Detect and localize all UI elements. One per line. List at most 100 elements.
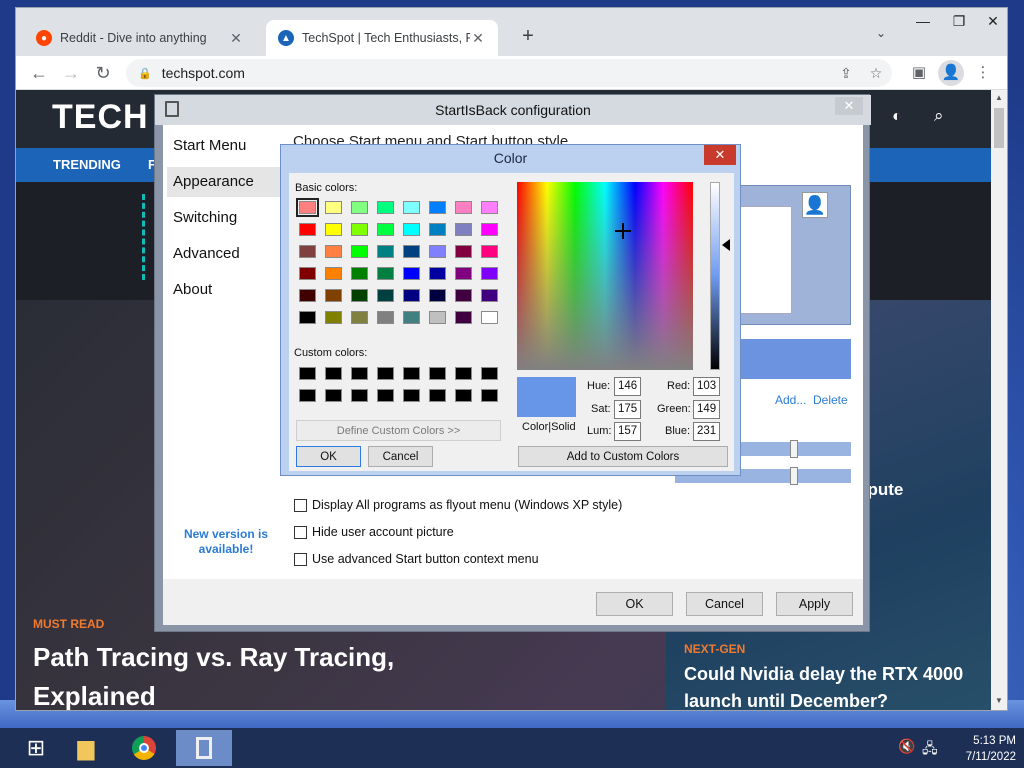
basic-color-swatch[interactable] xyxy=(403,267,420,280)
basic-color-swatch[interactable] xyxy=(481,245,498,258)
basic-color-swatch[interactable] xyxy=(429,245,446,258)
menu-kebab-icon[interactable]: ⋮ xyxy=(970,60,996,86)
custom-color-swatch[interactable] xyxy=(481,367,498,380)
close-icon[interactable]: ✕ xyxy=(704,145,736,165)
slider-knob[interactable] xyxy=(790,440,798,458)
custom-color-swatch[interactable] xyxy=(429,389,446,402)
volume-muted-icon[interactable]: 🔇 xyxy=(898,738,915,755)
basic-color-swatch[interactable] xyxy=(455,245,472,258)
checkbox[interactable] xyxy=(294,552,307,566)
checkbox-row-hide-picture[interactable]: Hide user account picture xyxy=(294,525,454,539)
custom-color-swatch[interactable] xyxy=(455,367,472,380)
basic-color-swatch[interactable] xyxy=(325,245,342,258)
reload-icon[interactable]: ↻ xyxy=(90,60,116,86)
basic-color-swatch[interactable] xyxy=(403,289,420,302)
profile-avatar-icon[interactable]: 👤 xyxy=(938,60,964,86)
delete-link[interactable]: Delete xyxy=(813,393,848,407)
tab-techspot[interactable]: ▲ TechSpot | Tech Enthusiasts, Pow ✕ xyxy=(266,20,498,56)
basic-color-swatch[interactable] xyxy=(403,223,420,236)
side-panel-icon[interactable]: ▣ xyxy=(906,60,932,86)
basic-color-swatch[interactable] xyxy=(481,201,498,214)
basic-color-swatch[interactable] xyxy=(429,201,446,214)
apply-button[interactable]: Apply xyxy=(776,592,853,616)
basic-color-swatch[interactable] xyxy=(403,311,420,324)
luminance-arrow-icon[interactable] xyxy=(722,239,730,251)
basic-color-swatch[interactable] xyxy=(351,311,368,324)
scroll-down-icon[interactable]: ▼ xyxy=(991,696,1007,705)
basic-color-swatch[interactable] xyxy=(481,289,498,302)
add-to-custom-colors-button[interactable]: Add to Custom Colors xyxy=(518,446,728,467)
basic-color-swatch[interactable] xyxy=(455,223,472,236)
basic-color-swatch[interactable] xyxy=(351,201,368,214)
slider-knob[interactable] xyxy=(790,467,798,485)
basic-color-swatch[interactable] xyxy=(377,267,394,280)
basic-color-swatch[interactable] xyxy=(325,289,342,302)
ok-button[interactable]: OK xyxy=(296,446,361,467)
basic-color-swatch[interactable] xyxy=(377,245,394,258)
basic-color-swatch[interactable] xyxy=(403,201,420,214)
custom-color-swatch[interactable] xyxy=(351,367,368,380)
sat-field[interactable]: 175 xyxy=(614,400,641,419)
basic-color-swatch[interactable] xyxy=(299,289,316,302)
hue-field[interactable]: 146 xyxy=(614,377,641,396)
headline-path-tracing[interactable]: Path Tracing vs. Ray Tracing, Explained xyxy=(33,638,413,710)
taskbar-chrome[interactable] xyxy=(116,730,172,766)
define-custom-colors-button[interactable]: Define Custom Colors >> xyxy=(296,420,501,441)
sidebar-item-switching[interactable]: Switching xyxy=(167,203,281,233)
basic-color-swatch[interactable] xyxy=(325,311,342,324)
basic-color-swatch[interactable] xyxy=(299,267,316,280)
custom-color-swatch[interactable] xyxy=(481,389,498,402)
lum-field[interactable]: 157 xyxy=(614,422,641,441)
start-button[interactable]: ⊞ xyxy=(8,730,64,766)
share-icon[interactable]: ⇪ xyxy=(834,59,858,87)
basic-color-swatch[interactable] xyxy=(351,245,368,258)
tab-search-icon[interactable]: ⌄ xyxy=(876,26,886,40)
checkbox[interactable] xyxy=(294,498,307,512)
basic-color-swatch[interactable] xyxy=(481,311,498,324)
kicker-must-read[interactable]: MUST READ xyxy=(33,617,104,631)
close-tab-icon[interactable]: ✕ xyxy=(470,30,486,47)
close-icon[interactable]: ✕ xyxy=(835,97,863,115)
add-link[interactable]: Add... xyxy=(775,393,806,407)
checkbox-row-flyout[interactable]: Display All programs as flyout menu (Win… xyxy=(294,498,622,512)
basic-color-swatch[interactable] xyxy=(455,311,472,324)
maximize-button[interactable]: ❐ xyxy=(944,10,974,32)
basic-color-swatch[interactable] xyxy=(299,311,316,324)
basic-color-swatch[interactable] xyxy=(429,223,446,236)
basic-color-swatch[interactable] xyxy=(455,267,472,280)
scroll-up-icon[interactable]: ▲ xyxy=(991,93,1007,102)
forward-icon[interactable]: → xyxy=(58,60,84,86)
network-icon[interactable]: 🖧 xyxy=(922,738,938,762)
green-field[interactable]: 149 xyxy=(693,400,720,419)
nav-trending[interactable]: TRENDING xyxy=(53,157,121,172)
address-bar[interactable]: 🔒 techspot.com ⇪ ☆ xyxy=(126,59,892,87)
basic-color-swatch[interactable] xyxy=(299,223,316,236)
blue-field[interactable]: 231 xyxy=(693,422,720,441)
basic-color-swatch[interactable] xyxy=(429,311,446,324)
custom-color-swatch[interactable] xyxy=(429,367,446,380)
scroll-thumb[interactable] xyxy=(994,108,1004,148)
basic-color-swatch[interactable] xyxy=(351,223,368,236)
cancel-button[interactable]: Cancel xyxy=(368,446,433,467)
taskbar-startisback[interactable] xyxy=(176,730,232,766)
new-version-link[interactable]: New version is available! xyxy=(171,527,281,557)
basic-color-swatch[interactable] xyxy=(377,223,394,236)
tab-reddit[interactable]: ● Reddit - Dive into anything ✕ xyxy=(24,20,256,56)
sidebar-item-about[interactable]: About xyxy=(167,275,281,305)
basic-color-swatch[interactable] xyxy=(377,311,394,324)
basic-color-swatch[interactable] xyxy=(325,201,342,214)
crosshair-icon[interactable] xyxy=(615,223,631,239)
search-icon[interactable]: ⌕ xyxy=(934,106,944,126)
checkbox[interactable] xyxy=(294,525,307,539)
custom-color-swatch[interactable] xyxy=(377,389,394,402)
custom-color-swatch[interactable] xyxy=(455,389,472,402)
basic-color-swatch[interactable] xyxy=(455,201,472,214)
basic-color-swatch[interactable] xyxy=(325,223,342,236)
sidebar-item-start-menu[interactable]: Start Menu xyxy=(167,131,281,161)
headline-nvidia-rtx[interactable]: Could Nvidia delay the RTX 4000 launch u… xyxy=(684,661,974,710)
basic-color-swatch[interactable] xyxy=(351,267,368,280)
taskbar-explorer[interactable]: ▆ xyxy=(58,730,114,766)
basic-color-swatch[interactable] xyxy=(481,223,498,236)
custom-color-swatch[interactable] xyxy=(377,367,394,380)
custom-color-swatch[interactable] xyxy=(299,389,316,402)
